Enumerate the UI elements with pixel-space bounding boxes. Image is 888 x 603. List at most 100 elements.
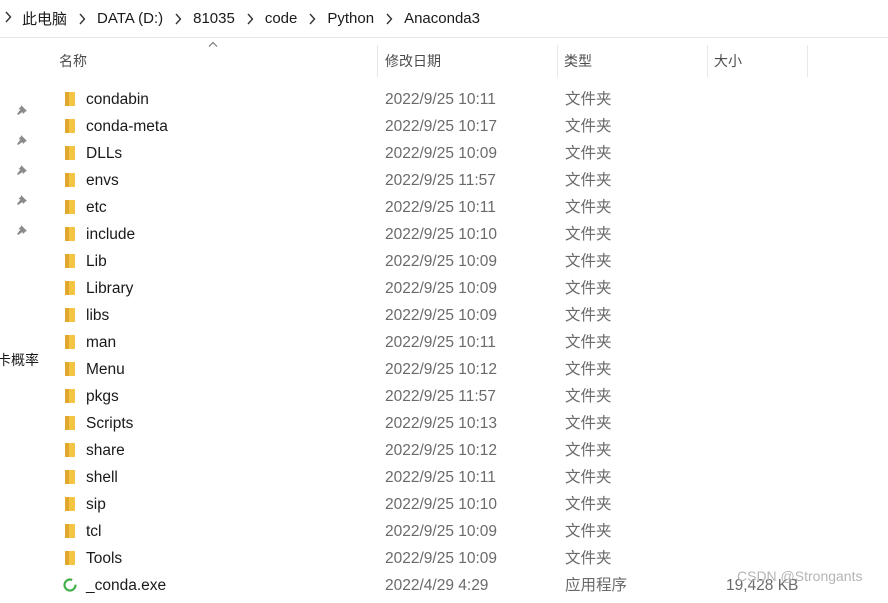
file-type: 文件夹 [565, 523, 612, 540]
file-name: Menu [86, 361, 125, 378]
file-row[interactable]: Scripts 2022/9/25 10:13 文件夹 [44, 410, 888, 437]
folder-icon [62, 468, 78, 486]
folder-icon [62, 117, 78, 135]
sidebar-item-label[interactable]: 卡概率 [0, 350, 39, 370]
file-row[interactable]: conda-meta 2022/9/25 10:17 文件夹 [44, 113, 888, 140]
folder-icon [62, 414, 78, 432]
breadcrumb: 此电脑 DATA (D:) 81035 code Python Anaconda… [0, 0, 888, 38]
file-type: 文件夹 [565, 415, 612, 432]
file-type: 文件夹 [565, 361, 612, 378]
file-type: 文件夹 [565, 469, 612, 486]
chevron-right-icon[interactable] [378, 13, 400, 25]
file-type: 文件夹 [565, 280, 612, 297]
file-date-modified: 2022/9/25 10:09 [385, 253, 498, 270]
file-name: etc [86, 199, 107, 216]
pin-icon[interactable] [15, 163, 29, 177]
file-name: condabin [86, 91, 149, 108]
folder-icon [62, 333, 78, 351]
file-name: include [86, 226, 136, 243]
breadcrumb-item-anaconda3[interactable]: Anaconda3 [400, 10, 484, 27]
breadcrumb-item-code[interactable]: code [261, 10, 302, 27]
file-row[interactable]: pkgs 2022/9/25 11:57 文件夹 [44, 383, 888, 410]
folder-icon [62, 306, 78, 324]
file-row[interactable]: include 2022/9/25 10:10 文件夹 [44, 221, 888, 248]
chevron-right-icon[interactable] [71, 13, 93, 25]
folder-icon [62, 225, 78, 243]
file-row[interactable]: Lib 2022/9/25 10:09 文件夹 [44, 248, 888, 275]
file-date-modified: 2022/9/25 10:12 [385, 442, 498, 459]
column-header-name-label: 名称 [59, 53, 87, 69]
file-date-modified: 2022/9/25 10:09 [385, 550, 498, 567]
conda-exe-icon [62, 576, 78, 594]
file-row[interactable]: Tools 2022/9/25 10:09 文件夹 [44, 545, 888, 572]
folder-icon [62, 144, 78, 162]
file-row[interactable]: tcl 2022/9/25 10:09 文件夹 [44, 518, 888, 545]
pin-icon[interactable] [15, 103, 29, 117]
column-header-date-label: 修改日期 [385, 53, 441, 69]
file-type: 文件夹 [565, 388, 612, 405]
file-row[interactable]: condabin 2022/9/25 10:11 文件夹 [44, 86, 888, 113]
pin-icon[interactable] [15, 223, 29, 237]
file-row[interactable]: envs 2022/9/25 11:57 文件夹 [44, 167, 888, 194]
file-type: 文件夹 [565, 550, 612, 567]
file-name: shell [86, 469, 118, 486]
folder-icon [62, 441, 78, 459]
pin-icon[interactable] [15, 193, 29, 207]
folder-icon [62, 387, 78, 405]
file-row[interactable]: share 2022/9/25 10:12 文件夹 [44, 437, 888, 464]
chevron-right-icon[interactable] [4, 10, 12, 27]
column-header-type[interactable]: 类型 [564, 45, 708, 77]
file-row[interactable]: man 2022/9/25 10:11 文件夹 [44, 329, 888, 356]
file-type: 文件夹 [565, 334, 612, 351]
file-name: envs [86, 172, 119, 189]
folder-icon [62, 171, 78, 189]
file-name: conda-meta [86, 118, 168, 135]
folder-icon [62, 360, 78, 378]
chevron-right-icon[interactable] [167, 13, 189, 25]
file-size: 19,428 KB [726, 577, 799, 594]
file-row[interactable]: Library 2022/9/25 10:09 文件夹 [44, 275, 888, 302]
column-header-date-modified[interactable]: 修改日期 [385, 45, 558, 77]
file-date-modified: 2022/9/25 10:11 [385, 199, 496, 216]
file-date-modified: 2022/9/25 10:09 [385, 280, 498, 297]
breadcrumb-item-this-pc[interactable]: 此电脑 [18, 8, 71, 29]
file-name: Library [86, 280, 134, 297]
file-row[interactable]: etc 2022/9/25 10:11 文件夹 [44, 194, 888, 221]
file-name: DLLs [86, 145, 123, 162]
column-header-row: 名称 修改日期 类型 大小 [44, 38, 888, 84]
file-type: 文件夹 [565, 442, 612, 459]
file-row[interactable]: Menu 2022/9/25 10:12 文件夹 [44, 356, 888, 383]
file-name: Lib [86, 253, 107, 270]
column-header-name[interactable]: 名称 [59, 45, 378, 77]
file-name: share [86, 442, 125, 459]
chevron-right-icon[interactable] [239, 13, 261, 25]
pin-icon[interactable] [15, 133, 29, 147]
file-date-modified: 2022/9/25 10:11 [385, 334, 496, 351]
folder-icon [62, 522, 78, 540]
file-type: 文件夹 [565, 307, 612, 324]
file-row[interactable]: libs 2022/9/25 10:09 文件夹 [44, 302, 888, 329]
file-row[interactable]: DLLs 2022/9/25 10:09 文件夹 [44, 140, 888, 167]
file-type: 文件夹 [565, 91, 612, 108]
file-name: libs [86, 307, 110, 324]
column-header-size-label: 大小 [714, 53, 742, 69]
file-date-modified: 2022/9/25 10:10 [385, 496, 498, 513]
breadcrumb-item-data-drive[interactable]: DATA (D:) [93, 10, 167, 27]
file-row[interactable]: sip 2022/9/25 10:10 文件夹 [44, 491, 888, 518]
column-header-size[interactable]: 大小 [714, 45, 808, 77]
file-row[interactable]: shell 2022/9/25 10:11 文件夹 [44, 464, 888, 491]
file-date-modified: 2022/9/25 11:57 [385, 388, 496, 405]
file-type: 应用程序 [565, 577, 628, 594]
file-name: sip [86, 496, 106, 513]
file-date-modified: 2022/9/25 11:57 [385, 172, 496, 189]
file-row[interactable]: _conda.exe 2022/4/29 4:29 应用程序 19,428 KB [44, 572, 888, 599]
file-date-modified: 2022/9/25 10:09 [385, 307, 498, 324]
column-header-type-label: 类型 [564, 53, 592, 69]
file-date-modified: 2022/9/25 10:09 [385, 145, 498, 162]
breadcrumb-item-81035[interactable]: 81035 [189, 10, 239, 27]
file-name: Tools [86, 550, 123, 567]
chevron-right-icon[interactable] [301, 13, 323, 25]
file-name: Scripts [86, 415, 134, 432]
file-date-modified: 2022/9/25 10:12 [385, 361, 498, 378]
breadcrumb-item-python[interactable]: Python [323, 10, 378, 27]
